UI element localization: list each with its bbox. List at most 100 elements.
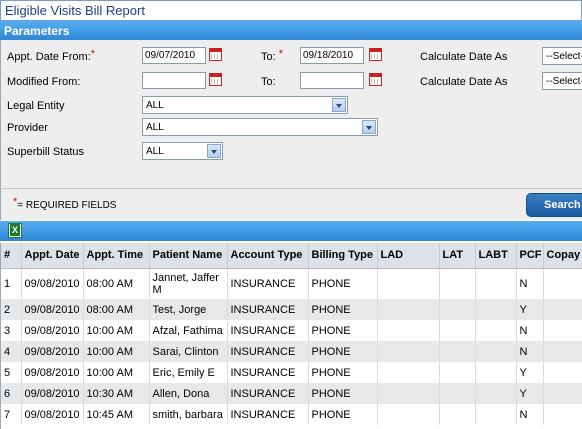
table-cell: N [516, 404, 544, 425]
table-cell: Y [516, 299, 544, 320]
table-cell [475, 404, 517, 425]
table-cell [543, 404, 582, 425]
results-table-container: # Appt. Date Appt. Time Patient Name Acc… [0, 243, 582, 429]
table-cell [377, 299, 440, 320]
modified-from-input[interactable] [142, 72, 206, 89]
page-title: Eligible Visits Bill Report [5, 3, 145, 18]
calculate-date-as-label-2: Calculate Date As [420, 76, 508, 88]
results-toolbar [0, 221, 582, 241]
table-row[interactable]: 6 09/08/2010 10:30 AM Allen, Dona INSURANCE P… [1, 383, 582, 404]
column-header[interactable]: LABT [475, 243, 517, 269]
table-cell [543, 320, 582, 341]
provider-select[interactable]: ALL [142, 118, 378, 136]
table-cell: INSURANCE [227, 341, 309, 362]
calendar-icon[interactable] [208, 72, 223, 86]
calendar-icon[interactable] [368, 72, 383, 86]
table-cell [543, 299, 582, 320]
required-fields-bar: *= REQUIRED FIELDS Search [0, 188, 582, 220]
table-cell: 09/08/2010 [21, 268, 84, 299]
table-cell [543, 362, 582, 383]
superbill-status-label: Superbill Status [7, 146, 85, 158]
table-cell: 10:00 AM [83, 341, 150, 362]
appt-date-from-input[interactable] [142, 47, 206, 64]
search-button[interactable]: Search [526, 193, 582, 217]
table-row[interactable]: 5 09/08/2010 10:00 AM Eric, Emily E INSURANC… [1, 362, 582, 383]
legal-entity-label: Legal Entity [7, 100, 65, 112]
calculate-date-as-select-2[interactable]: --Select-- [542, 72, 582, 90]
table-cell [475, 268, 517, 299]
table-cell [543, 268, 582, 299]
table-header-row: # Appt. Date Appt. Time Patient Name Acc… [1, 243, 582, 269]
table-cell [475, 383, 517, 404]
excel-export-icon[interactable] [8, 223, 22, 238]
table-cell: N [516, 268, 544, 299]
table-cell: N [516, 341, 544, 362]
column-header[interactable]: Appt. Date [21, 243, 84, 269]
table-cell [377, 268, 440, 299]
table-cell: 09/08/2010 [21, 404, 84, 425]
column-header[interactable]: Billing Type [308, 243, 378, 269]
table-cell: 08:00 AM [83, 299, 150, 320]
column-header[interactable]: LAD [377, 243, 440, 269]
chevron-down-icon[interactable] [207, 144, 221, 158]
required-asterisk: * [90, 48, 96, 60]
column-header[interactable]: LAT [439, 243, 476, 269]
report-title-bar: Eligible Visits Bill Report [0, 0, 582, 20]
table-cell [543, 341, 582, 362]
table-cell: 6 [1, 383, 22, 404]
table-cell: 10:00 AM [83, 362, 150, 383]
table-cell: 10:30 AM [83, 383, 150, 404]
calendar-icon[interactable] [368, 47, 383, 61]
table-cell: Y [516, 383, 544, 404]
calendar-icon[interactable] [208, 47, 223, 61]
column-header[interactable]: PCF [516, 243, 544, 269]
table-cell: INSURANCE [227, 299, 309, 320]
table-cell: 09/08/2010 [21, 299, 84, 320]
table-row[interactable]: 4 09/08/2010 10:00 AM Sarai, Clinton INSURAN… [1, 341, 582, 362]
table-cell: INSURANCE [227, 404, 309, 425]
required-asterisk: * [278, 48, 284, 60]
table-cell [377, 404, 440, 425]
modified-to-input[interactable] [300, 72, 364, 89]
table-row[interactable]: 1 09/08/2010 08:00 AM Jannet, Jaffer M INSUR… [1, 268, 582, 299]
table-cell [543, 383, 582, 404]
table-row[interactable]: 3 09/08/2010 10:00 AM Afzal, Fathima INSURAN… [1, 320, 582, 341]
table-cell: PHONE [308, 362, 378, 383]
chevron-down-icon[interactable] [332, 98, 346, 112]
chevron-down-icon[interactable] [362, 120, 376, 134]
table-cell: Y [516, 362, 544, 383]
table-cell: INSURANCE [227, 320, 309, 341]
table-cell [377, 383, 440, 404]
calculate-date-as-select[interactable]: --Select-- [542, 47, 582, 65]
table-cell: 2 [1, 299, 22, 320]
table-cell: 10:45 AM [83, 404, 150, 425]
table-cell: PHONE [308, 341, 378, 362]
table-cell: INSURANCE [227, 362, 309, 383]
appt-date-from-label: Appt. Date From:* [7, 48, 96, 63]
table-cell: 09/08/2010 [21, 320, 84, 341]
table-cell [377, 362, 440, 383]
table-cell: 09/08/2010 [21, 383, 84, 404]
table-cell [475, 341, 517, 362]
table-row[interactable]: 7 09/08/2010 10:45 AM smith, barbara INSURAN… [1, 404, 582, 425]
parameters-panel: Appt. Date From:* To: * Calculate Date A… [0, 40, 582, 188]
table-cell: 4 [1, 341, 22, 362]
table-cell: INSURANCE [227, 268, 309, 299]
column-header[interactable]: Appt. Time [83, 243, 150, 269]
superbill-status-select[interactable]: ALL [142, 142, 223, 160]
table-cell [439, 320, 476, 341]
column-header[interactable]: # [1, 243, 22, 269]
table-row[interactable]: 2 09/08/2010 08:00 AM Test, Jorge INSURANCE P… [1, 299, 582, 320]
column-header[interactable]: Account Type [227, 243, 309, 269]
table-cell: 5 [1, 362, 22, 383]
appt-date-to-input[interactable] [300, 47, 364, 64]
parameters-title: Parameters [4, 24, 70, 38]
table-cell: 09/08/2010 [21, 362, 84, 383]
column-header[interactable]: Copay [543, 243, 582, 269]
column-header[interactable]: Patient Name [149, 243, 228, 269]
provider-label: Provider [7, 122, 48, 134]
table-cell: Afzal, Fathima [149, 320, 228, 341]
legal-entity-select[interactable]: ALL [142, 96, 348, 114]
table-cell: PHONE [308, 268, 378, 299]
table-cell [439, 404, 476, 425]
